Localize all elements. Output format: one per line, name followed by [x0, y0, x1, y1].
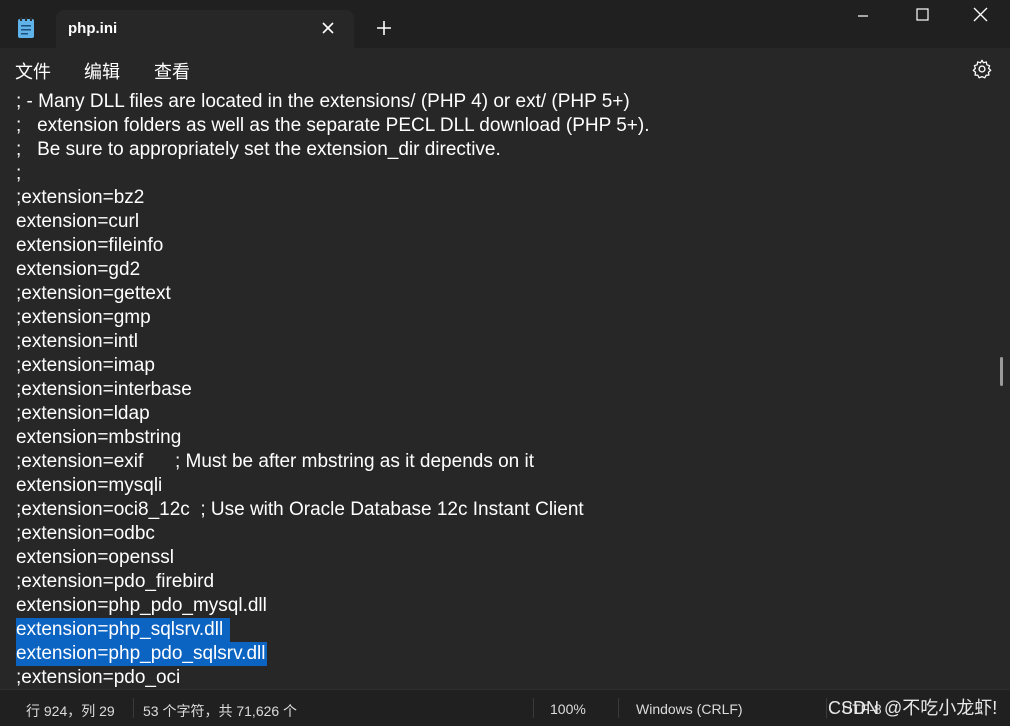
editor-line: ;extension=gettext	[16, 283, 171, 304]
tab-title: php.ini	[68, 20, 118, 37]
vertical-scrollbar-thumb[interactable]	[1000, 357, 1003, 386]
plus-icon[interactable]	[374, 18, 394, 38]
cursor-position: 行 924，列 29	[26, 703, 115, 719]
editor-line: ;extension=interbase	[16, 379, 192, 400]
editor-line: ;extension=gmp	[16, 307, 151, 328]
maximize-icon[interactable]	[899, 0, 945, 32]
editor-line: ;extension=bz2	[16, 187, 145, 208]
editor-line: extension=gd2	[16, 259, 141, 280]
menu-edit[interactable]: 编辑	[84, 58, 120, 84]
text-editor[interactable]: ; - Many DLL files are located in the ex…	[0, 90, 996, 689]
editor-line: ; Be sure to appropriately set the exten…	[16, 139, 501, 160]
status-divider	[618, 698, 619, 718]
editor-line-selected: extension=php_sqlsrv.dll	[16, 618, 231, 642]
editor-line: ;extension=imap	[16, 355, 155, 376]
character-count: 53 个字符，共 71,626 个	[143, 703, 298, 719]
menu-view[interactable]: 查看	[154, 58, 190, 84]
editor-line: ;extension=pdo_oci	[16, 667, 181, 688]
watermark: CSDN @不吃小龙虾!	[828, 698, 998, 718]
editor-line: extension=fileinfo	[16, 235, 164, 256]
gear-icon[interactable]	[971, 58, 993, 80]
editor-line: ;	[16, 163, 22, 184]
close-icon[interactable]	[318, 18, 338, 38]
menu-file[interactable]: 文件	[15, 58, 51, 84]
editor-line: extension=mysqli	[16, 475, 163, 496]
editor-line: ;extension=ldap	[16, 403, 150, 424]
status-divider	[133, 698, 134, 718]
editor-line-selected: extension=php_pdo_sqlsrv.dll	[16, 642, 268, 666]
editor-line: ;extension=pdo_firebird	[16, 571, 215, 592]
editor-line: extension=mbstring	[16, 427, 182, 448]
title-bar: php.ini	[0, 0, 1010, 48]
line-ending[interactable]: Windows (CRLF)	[636, 701, 743, 717]
minimize-icon[interactable]	[840, 0, 886, 32]
editor-line: ;extension=intl	[16, 331, 138, 352]
tab-php-ini[interactable]: php.ini	[56, 10, 354, 48]
editor-line: extension=curl	[16, 211, 140, 232]
editor-line: extension=openssl	[16, 547, 174, 568]
editor-line: ;extension=odbc	[16, 523, 155, 544]
editor-line: extension=php_pdo_mysql.dll	[16, 595, 267, 616]
editor-line: ; extension folders as well as the separ…	[16, 115, 650, 136]
status-divider	[826, 698, 827, 718]
notepad-icon	[18, 17, 34, 38]
editor-line: ;extension=oci8_12c ; Use with Oracle Da…	[16, 499, 584, 520]
close-window-icon[interactable]	[958, 0, 1004, 32]
zoom-level[interactable]: 100%	[550, 701, 586, 717]
editor-line: ; - Many DLL files are located in the ex…	[16, 91, 630, 112]
menu-bar: 文件 编辑 查看	[0, 48, 1010, 90]
status-divider	[533, 698, 534, 718]
editor-line: ;extension=exif ; Must be after mbstring…	[16, 451, 535, 472]
